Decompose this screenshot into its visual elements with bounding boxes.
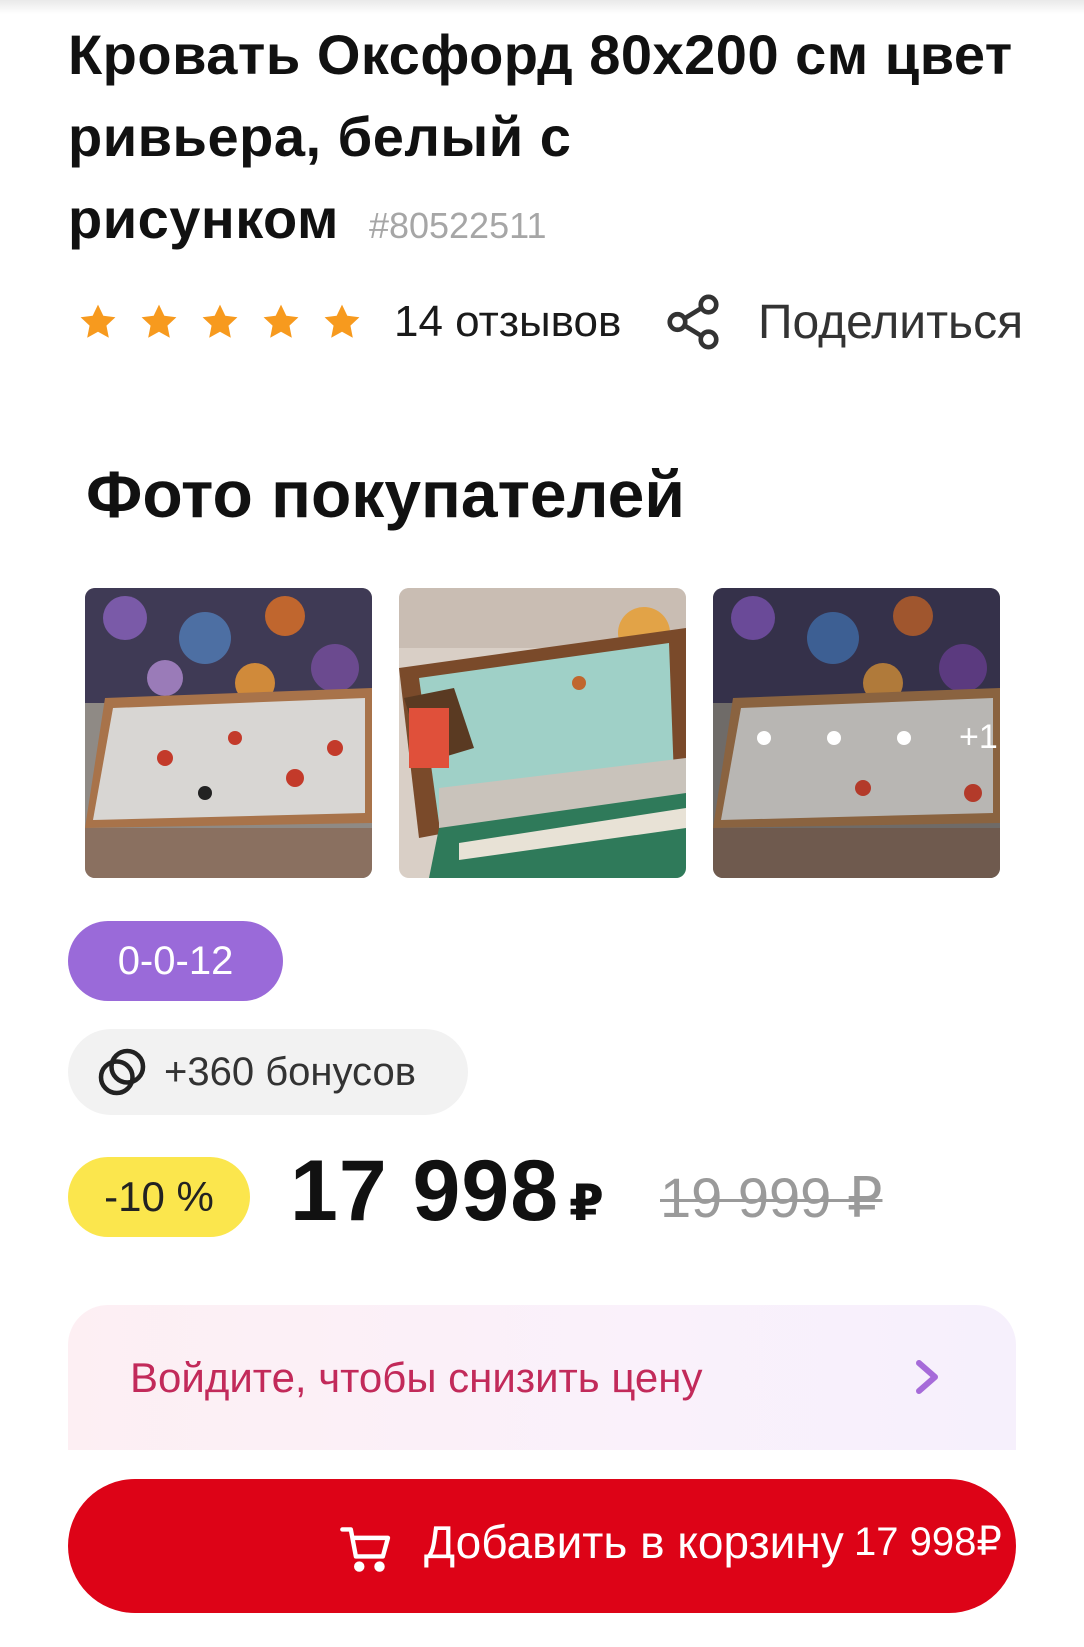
rating-stars[interactable] [76,300,364,344]
login-discount-banner[interactable]: Войдите, чтобы снизить цену [68,1305,1016,1450]
current-price: 17 998 ₽ [290,1142,605,1241]
discount-badge: -10 % [68,1157,250,1237]
installment-badge[interactable]: 0-0-12 [68,921,283,1001]
product-sku: #80522511 [368,205,547,246]
bonus-label: +360 бонусов [164,1049,416,1094]
bonus-badge[interactable]: +360 бонусов [68,1029,468,1115]
currency-sign: ₽ [569,1175,605,1231]
star-icon [202,304,238,338]
add-to-cart-label: Добавить в корзину [424,1516,844,1568]
dot-icon [757,730,771,745]
dot-icon [827,730,841,745]
star-icon [141,304,177,338]
rating-row: 14 отзывов Поделиться [76,292,1076,352]
share-icon [667,294,719,350]
top-shadow [0,0,1084,14]
customer-photo[interactable]: +1 [713,588,1000,878]
star-icon [80,304,116,338]
reviews-link[interactable]: 14 отзывов [394,297,621,347]
share-label: Поделиться [758,295,1024,349]
chevron-right-icon [916,1360,938,1394]
login-banner-text: Войдите, чтобы снизить цену [130,1353,703,1401]
more-photos-count: +1 [959,718,998,756]
customer-photos-gallery: +1 [85,588,1000,878]
share-button[interactable]: Поделиться [662,292,1023,352]
dot-icon [897,730,911,745]
old-price: 19 999 ₽ [660,1166,883,1229]
bed-photo-1-image [85,588,372,878]
customer-photo[interactable] [399,588,686,878]
add-to-cart-price: 17 998₽ [854,1520,1002,1564]
add-to-cart-button[interactable]: Добавить в корзину 17 998₽ [68,1479,1016,1613]
customer-photo[interactable] [85,588,372,878]
photo-overlay: +1 [713,718,1000,757]
product-title: Кровать Оксфорд 80х200 см цвет ривьера, … [68,14,1048,267]
bonus-coins-icon [98,1048,146,1096]
star-icon [263,304,299,338]
cart-icon [340,1527,391,1572]
current-price-value: 17 998 [290,1143,560,1239]
star-icon [324,304,360,338]
customer-photos-title: Фото покупателей [86,457,685,531]
bed-photo-2-image [399,588,686,878]
